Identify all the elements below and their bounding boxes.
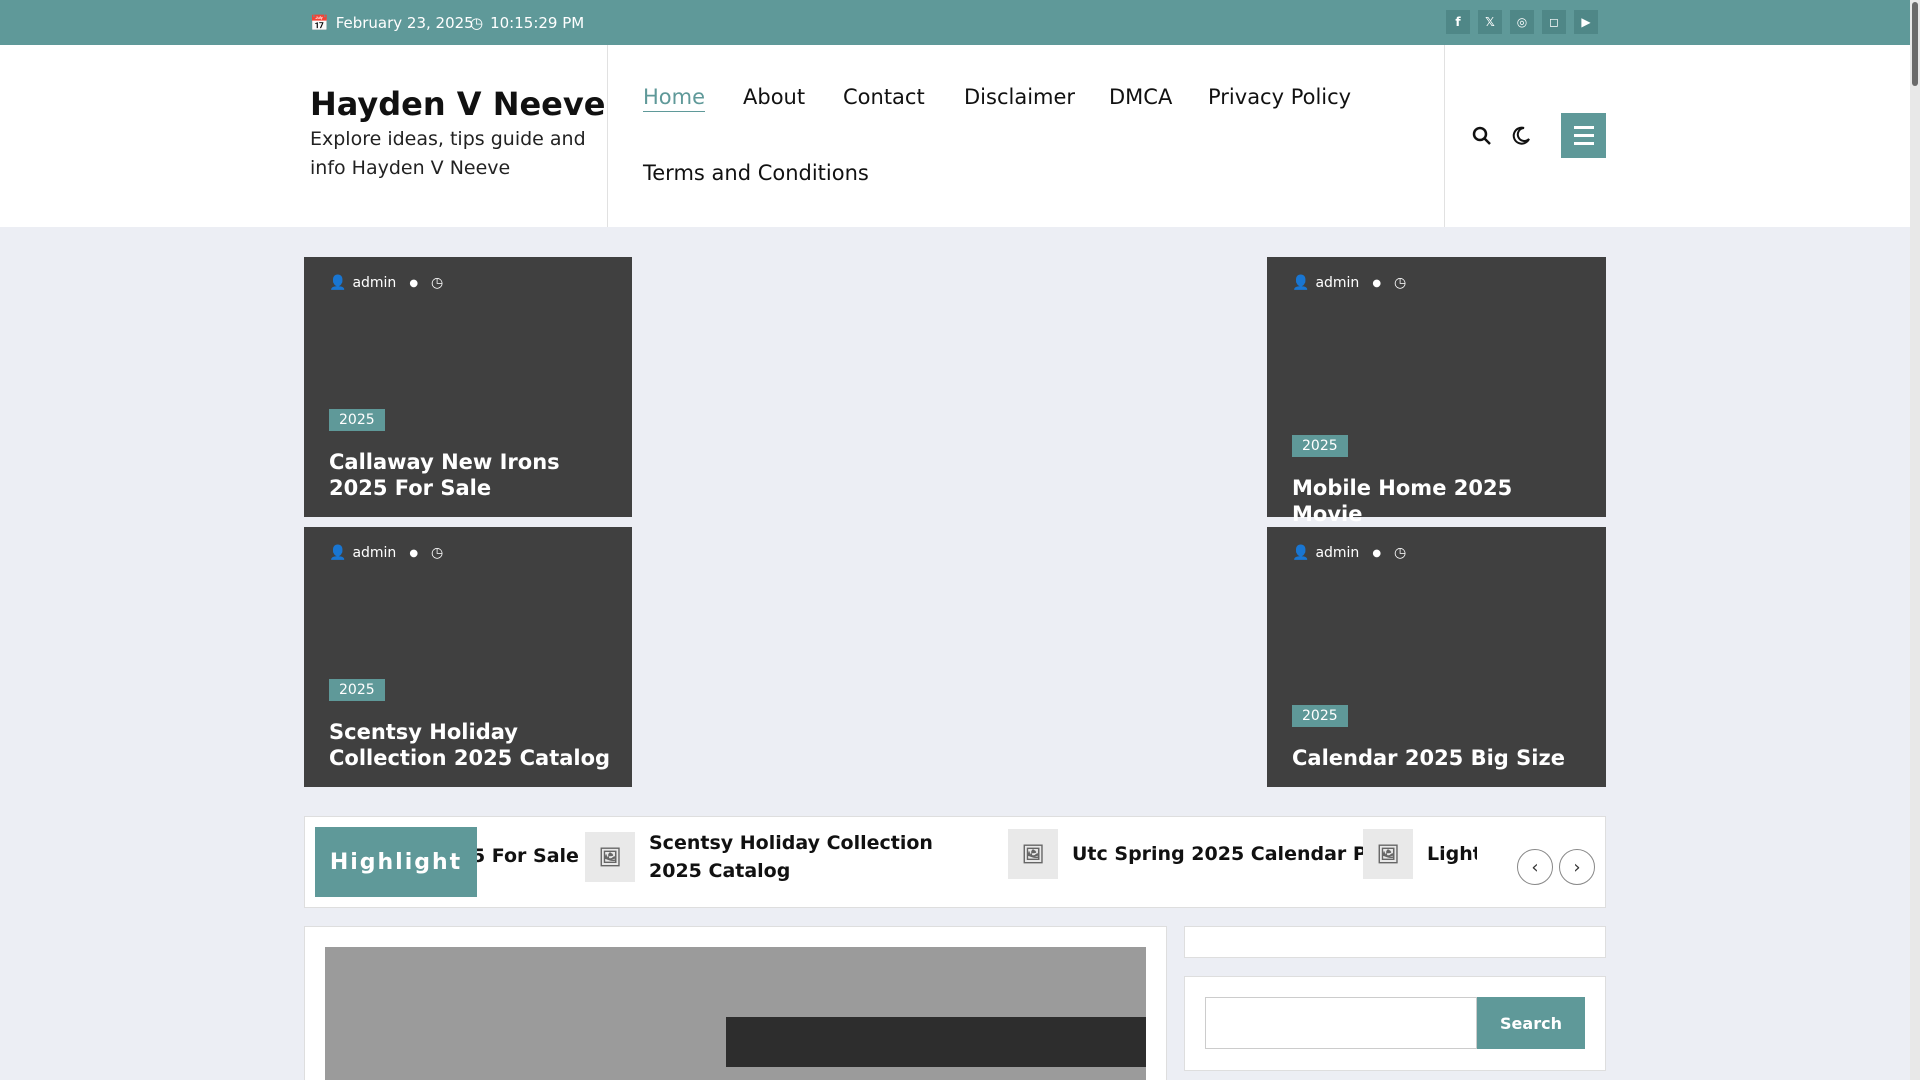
ticker-title[interactable]: Lightroom bbox=[1427, 843, 1477, 865]
post-author[interactable]: admin bbox=[1315, 275, 1359, 291]
dark-mode-icon[interactable] bbox=[1506, 121, 1536, 151]
dribbble-icon[interactable]: ◎ bbox=[1510, 10, 1534, 34]
post-meta: 👤 admin ● ◷ bbox=[329, 275, 443, 291]
date-text: February 23, 2025 bbox=[335, 14, 474, 32]
header-divider bbox=[607, 45, 608, 227]
meta-separator: ● bbox=[409, 547, 419, 559]
post-author[interactable]: admin bbox=[1315, 545, 1359, 561]
user-icon: 👤 bbox=[1292, 545, 1310, 561]
ticker-item[interactable]: 🖼 Lightroom bbox=[1363, 829, 1477, 879]
post-card[interactable]: 👤 admin ● ◷ 2025 Callaway New Irons 2025… bbox=[304, 257, 632, 517]
highlight-label: Highlight bbox=[315, 827, 477, 897]
highlight-ticker: Highlight Callaway New Irons 2025 For Sa… bbox=[304, 816, 1606, 908]
chevron-left-icon[interactable]: ‹ bbox=[1517, 849, 1553, 885]
post-title[interactable]: Mobile Home 2025 Movie bbox=[1292, 475, 1586, 527]
meta-separator: ● bbox=[409, 277, 419, 289]
meta-separator: ● bbox=[1372, 277, 1382, 289]
image-placeholder-icon: 🖼 bbox=[1363, 829, 1413, 879]
youtube-icon[interactable]: ▶ bbox=[1574, 10, 1598, 34]
clock-icon: ◷ bbox=[431, 275, 444, 291]
menu-line bbox=[1573, 126, 1594, 129]
category-badge[interactable]: 2025 bbox=[329, 679, 385, 701]
post-title[interactable]: Scentsy Holiday Collection 2025 Catalog bbox=[329, 719, 612, 771]
post-meta: 👤 admin ● ◷ bbox=[329, 545, 443, 561]
nav-home[interactable]: Home bbox=[643, 85, 706, 112]
user-icon: 👤 bbox=[329, 275, 347, 291]
nav-dmca[interactable]: DMCA bbox=[1109, 85, 1172, 109]
chevron-right-icon[interactable]: › bbox=[1559, 849, 1595, 885]
ticker-item[interactable]: Callaway New Irons 2025 For Sale bbox=[477, 845, 579, 867]
x-twitter-icon[interactable]: 𝕏 bbox=[1478, 10, 1502, 34]
ticker-item[interactable]: 🖼 Scentsy Holiday Collection 2025 Catalo… bbox=[585, 829, 949, 885]
site-tagline: Explore ideas, tips guide and info Hayde… bbox=[310, 128, 586, 179]
top-bar: 📅 February 23, 2025 ◷ 10:15:29 PM f 𝕏 ◎ … bbox=[0, 0, 1910, 45]
post-meta: 👤 admin ● ◷ bbox=[1292, 275, 1406, 291]
sidebar-search-widget: Search bbox=[1184, 976, 1606, 1071]
time-text: 10:15:29 PM bbox=[490, 14, 585, 32]
ticker-track: Callaway New Irons 2025 For Sale 🖼 Scent… bbox=[477, 817, 1477, 907]
post-meta: 👤 admin ● ◷ bbox=[1292, 545, 1406, 561]
user-icon: 👤 bbox=[1292, 275, 1310, 291]
site-header: Hayden V Neeve Explore ideas, tips guide… bbox=[0, 45, 1910, 227]
current-time: ◷ 10:15:29 PM bbox=[470, 14, 584, 32]
clock-icon: ◷ bbox=[470, 14, 484, 32]
social-links: f 𝕏 ◎ ◻ ▶ bbox=[1446, 10, 1598, 34]
current-date: 📅 February 23, 2025 bbox=[310, 14, 474, 32]
facebook-icon[interactable]: f bbox=[1446, 10, 1470, 34]
search-button[interactable]: Search bbox=[1477, 997, 1585, 1049]
nav-contact[interactable]: Contact bbox=[843, 85, 925, 109]
user-icon: 👤 bbox=[329, 545, 347, 561]
featured-overlay bbox=[726, 1017, 1146, 1067]
main-content bbox=[304, 926, 1167, 1080]
nav-about[interactable]: About bbox=[743, 85, 805, 109]
search-icon[interactable] bbox=[1467, 121, 1497, 151]
calendar-icon: 📅 bbox=[310, 14, 329, 32]
clock-icon: ◷ bbox=[1394, 275, 1407, 291]
ticker-item[interactable]: 🖼 Utc Spring 2025 Calendar Pdf bbox=[1008, 829, 1389, 879]
image-placeholder-icon: 🖼 bbox=[585, 832, 635, 882]
post-card[interactable]: 👤 admin ● ◷ 2025 Calendar 2025 Big Size bbox=[1267, 527, 1606, 787]
post-title[interactable]: Callaway New Irons 2025 For Sale bbox=[329, 449, 612, 501]
hamburger-menu-button[interactable] bbox=[1561, 113, 1606, 158]
post-title[interactable]: Calendar 2025 Big Size bbox=[1292, 745, 1586, 771]
site-title[interactable]: Hayden V Neeve bbox=[310, 85, 605, 123]
clock-icon: ◷ bbox=[1394, 545, 1407, 561]
nav-terms-and-conditions[interactable]: Terms and Conditions bbox=[643, 161, 869, 185]
ticker-title[interactable]: Scentsy Holiday Collection 2025 Catalog bbox=[649, 829, 949, 885]
clock-icon: ◷ bbox=[431, 545, 444, 561]
meta-separator: ● bbox=[1372, 547, 1382, 559]
menu-line bbox=[1573, 142, 1594, 145]
post-card[interactable]: 👤 admin ● ◷ 2025 Scentsy Holiday Collect… bbox=[304, 527, 632, 787]
category-badge[interactable]: 2025 bbox=[1292, 705, 1348, 727]
image-placeholder-icon: 🖼 bbox=[1008, 829, 1058, 879]
ticker-title[interactable]: Utc Spring 2025 Calendar Pdf bbox=[1072, 843, 1389, 865]
post-card[interactable]: 👤 admin ● ◷ 2025 Mobile Home 2025 Movie bbox=[1267, 257, 1606, 526]
category-badge[interactable]: 2025 bbox=[329, 409, 385, 431]
header-divider bbox=[1444, 45, 1445, 227]
instagram-icon[interactable]: ◻ bbox=[1542, 10, 1566, 34]
menu-line bbox=[1573, 134, 1594, 137]
post-author[interactable]: admin bbox=[352, 275, 396, 291]
nav-disclaimer[interactable]: Disclaimer bbox=[964, 85, 1075, 109]
sidebar-widget bbox=[1184, 926, 1606, 958]
ticker-title[interactable]: Callaway New Irons 2025 For Sale bbox=[477, 845, 579, 867]
category-badge[interactable]: 2025 bbox=[1292, 435, 1348, 457]
scrollbar-thumb[interactable] bbox=[1912, 2, 1918, 86]
nav-privacy-policy[interactable]: Privacy Policy bbox=[1208, 85, 1351, 109]
scrollbar[interactable] bbox=[1910, 0, 1920, 1080]
post-author[interactable]: admin bbox=[352, 545, 396, 561]
search-input[interactable] bbox=[1205, 997, 1477, 1049]
